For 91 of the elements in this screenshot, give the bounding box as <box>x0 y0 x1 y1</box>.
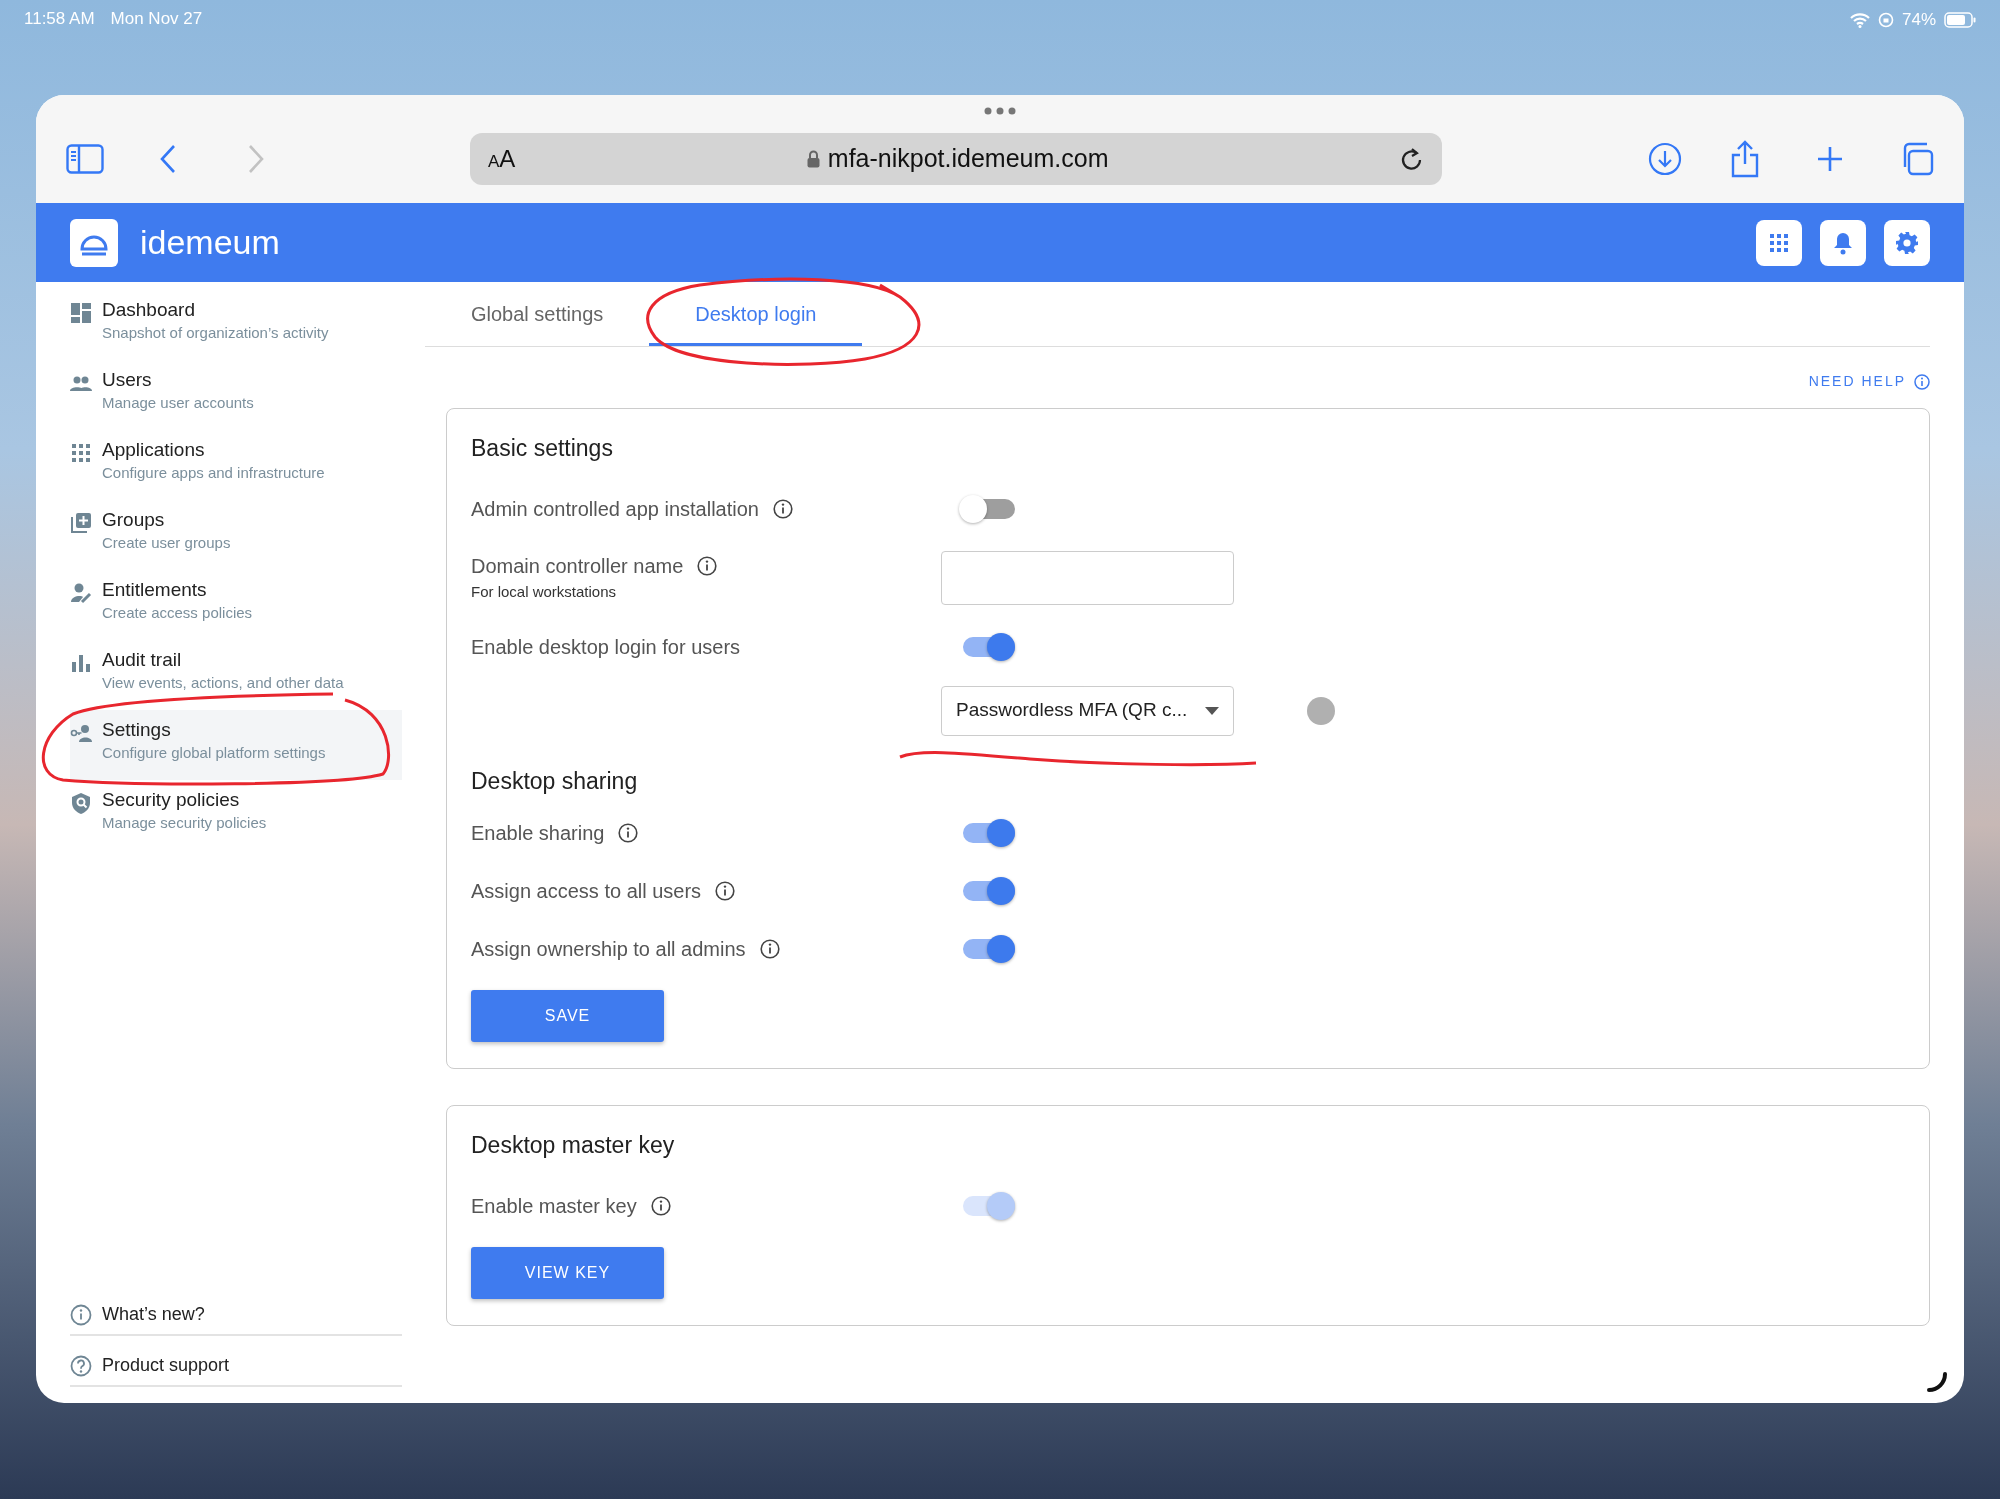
status-date: Mon Nov 27 <box>110 8 203 30</box>
info-icon[interactable] <box>759 939 780 959</box>
more-dots-icon[interactable] <box>984 107 1016 115</box>
item-description: View events, actions, and other data <box>102 673 344 693</box>
lock-icon <box>806 150 820 168</box>
item-description: Create access policies <box>102 603 253 623</box>
sidebar-item[interactable]: Audit trail View events, actions, and other data <box>70 640 402 710</box>
info-icon[interactable] <box>772 498 793 519</box>
tab[interactable]: Global settings <box>425 299 650 346</box>
sidebar-link[interactable]: What’s new? <box>102 1301 205 1328</box>
toggle-switch[interactable] <box>987 935 1015 963</box>
item-title: Dashboard <box>102 298 196 322</box>
caret-icon <box>1205 706 1219 715</box>
toggle-switch[interactable] <box>987 877 1015 905</box>
notifications-button[interactable] <box>1820 219 1866 266</box>
toggle-switch[interactable] <box>987 632 1015 661</box>
tab[interactable]: Desktop login <box>649 299 863 346</box>
loading-dot <box>1307 696 1335 725</box>
bar-chart-icon <box>70 652 92 674</box>
setting-label: Assign ownership to all admins <box>471 937 746 962</box>
item-title: Applications <box>102 438 206 462</box>
url-text: mfa-nikpot.idemeum.com <box>827 143 1109 175</box>
setting-label: Assign access to all users <box>471 879 702 904</box>
grid-icon <box>1769 232 1789 253</box>
brand-name: idemeum <box>140 222 280 263</box>
toggle-switch[interactable] <box>987 819 1015 847</box>
item-title: Users <box>102 368 153 392</box>
setting-label: Enable sharing <box>471 821 605 846</box>
info-icon[interactable] <box>715 881 736 901</box>
address-bar[interactable]: AA mfa-nikpot.idemeum.com <box>470 133 1442 185</box>
item-description: Create user groups <box>102 533 231 553</box>
setting-label: Admin controlled app installation <box>471 496 759 522</box>
status-time: 11:58 AM <box>24 8 95 30</box>
apps-grid-button[interactable] <box>1756 219 1802 266</box>
new-tab-icon[interactable] <box>1816 145 1844 173</box>
item-title: Security policies <box>102 788 241 812</box>
back-icon[interactable] <box>160 144 176 174</box>
brand-logo-icon <box>70 218 118 267</box>
sidebar-item[interactable]: Applications Configure apps and infrastructure <box>70 430 402 500</box>
resize-handle-icon[interactable] <box>1926 1371 1948 1393</box>
add-group-icon <box>70 512 92 534</box>
item-description: Snapshot of organization’s activity <box>102 323 329 343</box>
sidebar-item[interactable]: Users Manage user accounts <box>70 360 402 430</box>
reload-icon[interactable] <box>1400 146 1424 172</box>
info-icon[interactable] <box>618 823 639 843</box>
item-title: Audit trail <box>102 648 183 672</box>
sidebar-toggle-icon[interactable] <box>66 144 104 174</box>
text-size-button[interactable]: AA <box>488 141 516 177</box>
primary-button[interactable]: VIEW KEY <box>471 1246 664 1299</box>
setting-label: Enable master key <box>471 1193 637 1219</box>
setting-label: Domain controller name <box>471 554 684 580</box>
sidebar-item[interactable]: Groups Create user groups <box>70 500 402 570</box>
orientation-lock-icon <box>1877 12 1894 28</box>
setting-hint: For local workstations <box>471 582 618 603</box>
dropdown-select[interactable]: Passwordless MFA (QR c... <box>941 685 1234 736</box>
section-heading: Desktop sharing <box>471 766 638 796</box>
dashboard-icon <box>70 302 92 324</box>
info-icon[interactable] <box>697 556 718 577</box>
item-title: Settings <box>102 718 172 742</box>
person-pencil-icon <box>70 582 92 604</box>
text-input-field[interactable] <box>941 550 1234 605</box>
sidebar-item[interactable]: Dashboard Snapshot of organization’s activity <box>70 290 402 360</box>
toggle-switch[interactable] <box>959 494 987 523</box>
item-description: Configure global platform settings <box>102 743 326 763</box>
shield-icon <box>70 792 92 814</box>
wifi-icon <box>1849 12 1870 28</box>
primary-button[interactable]: SAVE <box>471 990 664 1042</box>
need-help-link[interactable]: NEED HELP <box>1808 371 1906 392</box>
sidebar-item[interactable]: Settings Configure global platform settings <box>70 710 402 780</box>
download-icon[interactable] <box>1648 142 1682 176</box>
info-icon <box>70 1303 92 1326</box>
setting-label: Enable desktop login for users <box>471 634 741 660</box>
card-title: Basic settings <box>471 434 614 463</box>
card-title: Desktop master key <box>471 1131 676 1160</box>
item-title: Groups <box>102 508 166 532</box>
help-icon <box>70 1354 92 1377</box>
battery-icon <box>1944 12 1976 28</box>
bell-icon <box>1833 230 1853 255</box>
share-icon[interactable] <box>1730 140 1760 178</box>
settings-button[interactable] <box>1884 219 1930 266</box>
gear-icon <box>1895 230 1919 255</box>
sidebar-item[interactable]: Security policies Manage security policies <box>70 780 402 850</box>
battery-percentage: 74% <box>1901 9 1936 32</box>
sidebar-item[interactable]: Entitlements Create access policies <box>70 570 402 640</box>
item-description: Configure apps and infrastructure <box>102 463 325 483</box>
item-title: Entitlements <box>102 578 208 602</box>
item-description: Manage security policies <box>102 813 267 833</box>
sidebar-link[interactable]: Product support <box>102 1352 230 1379</box>
grid-icon <box>70 442 92 464</box>
item-description: Manage user accounts <box>102 393 254 413</box>
key-person-icon <box>70 722 92 744</box>
